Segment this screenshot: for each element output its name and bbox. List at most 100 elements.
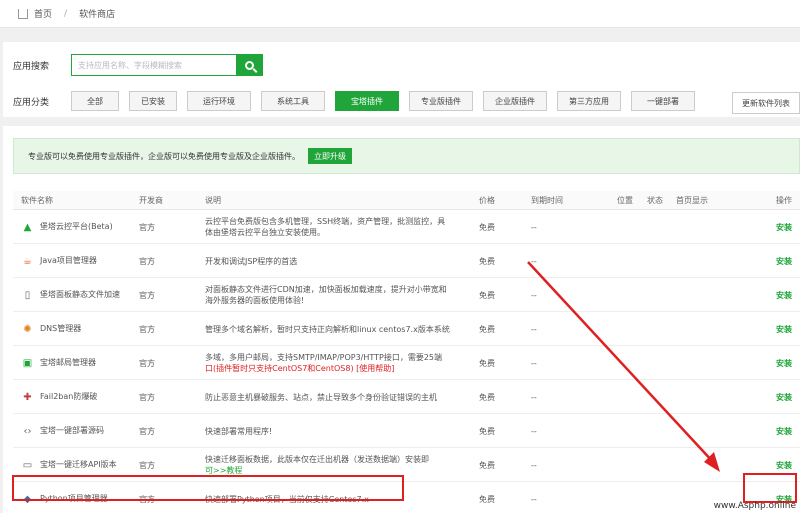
category-system-tools[interactable]: 系统工具 bbox=[261, 91, 325, 111]
software-name: 堡塔云控平台(Beta) bbox=[40, 222, 113, 231]
search-label: 应用搜索 bbox=[13, 61, 50, 72]
filter-panel: 应用搜索 应用分类 全部 已安装 运行环境 系统工具 宝塔插件 专业版插件 企业… bbox=[3, 42, 800, 117]
category-row: 应用分类 全部 已安装 运行环境 系统工具 宝塔插件 专业版插件 企业版插件 第… bbox=[13, 91, 695, 111]
expiry: -- bbox=[531, 290, 537, 300]
install-button[interactable]: 安装 bbox=[776, 346, 800, 380]
developer: 官方 bbox=[139, 222, 155, 232]
description: 对面板静态文件进行CDN加速，加快面板加载速度，提升对小带宽和 bbox=[205, 285, 447, 294]
expiry: -- bbox=[531, 494, 537, 504]
developer: 官方 bbox=[139, 392, 155, 402]
software-name: Fail2ban防爆破 bbox=[40, 392, 98, 401]
price: 免费 bbox=[479, 290, 495, 300]
expiry: -- bbox=[531, 358, 537, 368]
header-location: 位置 bbox=[617, 195, 633, 205]
category-all[interactable]: 全部 bbox=[71, 91, 119, 111]
software-name: 宝塔一键部署源码 bbox=[40, 426, 104, 435]
upgrade-button[interactable]: 立即升级 bbox=[308, 148, 352, 164]
static-file-icon: ▯ bbox=[24, 289, 31, 301]
description: 快速迁移面板数据，此版本仅在迁出机器（发送数据端）安装即 bbox=[205, 455, 429, 464]
software-name: 宝塔邮局管理器 bbox=[40, 358, 96, 367]
install-button[interactable]: 安装 bbox=[776, 414, 800, 448]
expiry: -- bbox=[531, 460, 537, 470]
install-button-highlight bbox=[743, 473, 797, 503]
watermark: www.Asphp.online bbox=[713, 501, 796, 511]
price: 免费 bbox=[479, 460, 495, 470]
description: 快速部署常用程序! bbox=[205, 426, 273, 436]
breadcrumb-home[interactable]: 首页 bbox=[34, 7, 52, 20]
java-icon: ☕ bbox=[23, 255, 32, 267]
table-row: ▣ 宝塔邮局管理器 官方 多域，多用户邮局，支持SMTP/IMAP/POP3/HT… bbox=[13, 346, 800, 380]
software-table: 软件名称 开发商 说明 价格 到期时间 位置 状态 首页显示 操作 ▲ 堡塔云控平… bbox=[13, 191, 800, 513]
table-row: ✚ Fail2ban防爆破 官方 防止恶意主机暴破服务、站点，禁止导致多个身份验证… bbox=[13, 380, 800, 414]
header-developer: 开发商 bbox=[139, 195, 163, 205]
developer: 官方 bbox=[139, 256, 155, 266]
breadcrumb-separator: / bbox=[64, 8, 68, 19]
description-line2: 口(插件暂时只支持CentOS7和CentOS8) [使用帮助] bbox=[205, 364, 395, 373]
expiry: -- bbox=[531, 324, 537, 334]
table-row: ‹› 宝塔一键部署源码 官方 快速部署常用程序! 免费 -- 安装 bbox=[13, 414, 800, 448]
price: 免费 bbox=[479, 256, 495, 266]
table-row: ▲ 堡塔云控平台(Beta) 官方 云控平台免费版包含多机管理，SSH终端，资产管… bbox=[13, 210, 800, 244]
header-expiry: 到期时间 bbox=[531, 195, 563, 205]
description: 管理多个域名解析，暂时只支持正向解析和linux centos7.x版本系统 bbox=[205, 324, 450, 334]
fail2ban-icon: ✚ bbox=[23, 391, 32, 403]
table-header: 软件名称 开发商 说明 价格 到期时间 位置 状态 首页显示 操作 bbox=[13, 191, 800, 210]
python-row-highlight bbox=[12, 475, 404, 501]
header-home-display: 首页显示 bbox=[676, 195, 708, 205]
breadcrumb: 首页 / 软件商店 bbox=[18, 7, 115, 20]
expiry: -- bbox=[531, 222, 537, 232]
price: 免费 bbox=[479, 426, 495, 436]
software-name: DNS管理器 bbox=[40, 324, 82, 333]
description: 开发和调试JSP程序的首选 bbox=[205, 256, 298, 266]
description: 多域，多用户邮局，支持SMTP/IMAP/POP3/HTTP接口，需要25端 bbox=[205, 353, 443, 362]
description-line2: 海外服务器的面板使用体验! bbox=[205, 296, 305, 305]
developer: 官方 bbox=[139, 426, 155, 436]
update-list-button[interactable]: 更新软件列表 bbox=[732, 92, 800, 114]
price: 免费 bbox=[479, 222, 495, 232]
search-input[interactable] bbox=[72, 55, 236, 75]
developer: 官方 bbox=[139, 324, 155, 334]
category-pro-plugins[interactable]: 专业版插件 bbox=[409, 91, 473, 111]
breadcrumb-current: 软件商店 bbox=[79, 10, 116, 20]
header-price: 价格 bbox=[479, 195, 495, 205]
search-icon bbox=[244, 60, 254, 70]
description: 防止恶意主机暴破服务、站点，禁止导致多个身份验证错误的主机 bbox=[205, 392, 437, 402]
category-enterprise-plugins[interactable]: 企业版插件 bbox=[483, 91, 547, 111]
category-third-party[interactable]: 第三方应用 bbox=[557, 91, 621, 111]
table-row: ☕ Java项目管理器 官方 开发和调试JSP程序的首选 免费 -- 安装 bbox=[13, 244, 800, 278]
table-row: ▯ 堡塔面板静态文件加速 官方 对面板静态文件进行CDN加速，加快面板加载速度，提… bbox=[13, 278, 800, 312]
price: 免费 bbox=[479, 324, 495, 334]
migrate-icon: ▭ bbox=[22, 459, 33, 471]
code-icon: ‹› bbox=[23, 425, 32, 437]
price: 免费 bbox=[479, 358, 495, 368]
header-name: 软件名称 bbox=[21, 195, 53, 205]
description-line2: 体由堡塔云控平台独立安装使用。 bbox=[205, 228, 325, 237]
software-name: 宝塔一键迁移API版本 bbox=[40, 460, 117, 469]
expiry: -- bbox=[531, 256, 537, 266]
category-runtime[interactable]: 运行环境 bbox=[187, 91, 251, 111]
category-bt-plugins[interactable]: 宝塔插件 bbox=[335, 91, 399, 111]
dns-icon: ✺ bbox=[23, 323, 32, 335]
upgrade-notice: 专业版可以免费使用专业版插件，企业版可以免费使用专业版及企业版插件。 立即升级 bbox=[13, 138, 800, 174]
header-status: 状态 bbox=[647, 195, 663, 205]
mail-server-icon: ▣ bbox=[22, 357, 33, 369]
home-icon[interactable] bbox=[18, 8, 28, 19]
search-box bbox=[71, 54, 263, 76]
developer: 官方 bbox=[139, 290, 155, 300]
install-button[interactable]: 安装 bbox=[776, 312, 800, 346]
install-button[interactable]: 安装 bbox=[776, 278, 800, 312]
category-installed[interactable]: 已安装 bbox=[129, 91, 177, 111]
developer: 官方 bbox=[139, 358, 155, 368]
install-button[interactable]: 安装 bbox=[776, 210, 800, 244]
category-one-click-deploy[interactable]: 一键部署 bbox=[631, 91, 695, 111]
expiry: -- bbox=[531, 392, 537, 402]
software-name: 堡塔面板静态文件加速 bbox=[40, 290, 120, 299]
price: 免费 bbox=[479, 392, 495, 402]
expiry: -- bbox=[531, 426, 537, 436]
header-description: 说明 bbox=[205, 195, 221, 205]
header-operation: 操作 bbox=[776, 195, 792, 205]
install-button[interactable]: 安装 bbox=[776, 380, 800, 414]
price: 免费 bbox=[479, 494, 495, 504]
install-button[interactable]: 安装 bbox=[776, 244, 800, 278]
search-button[interactable] bbox=[236, 55, 262, 75]
